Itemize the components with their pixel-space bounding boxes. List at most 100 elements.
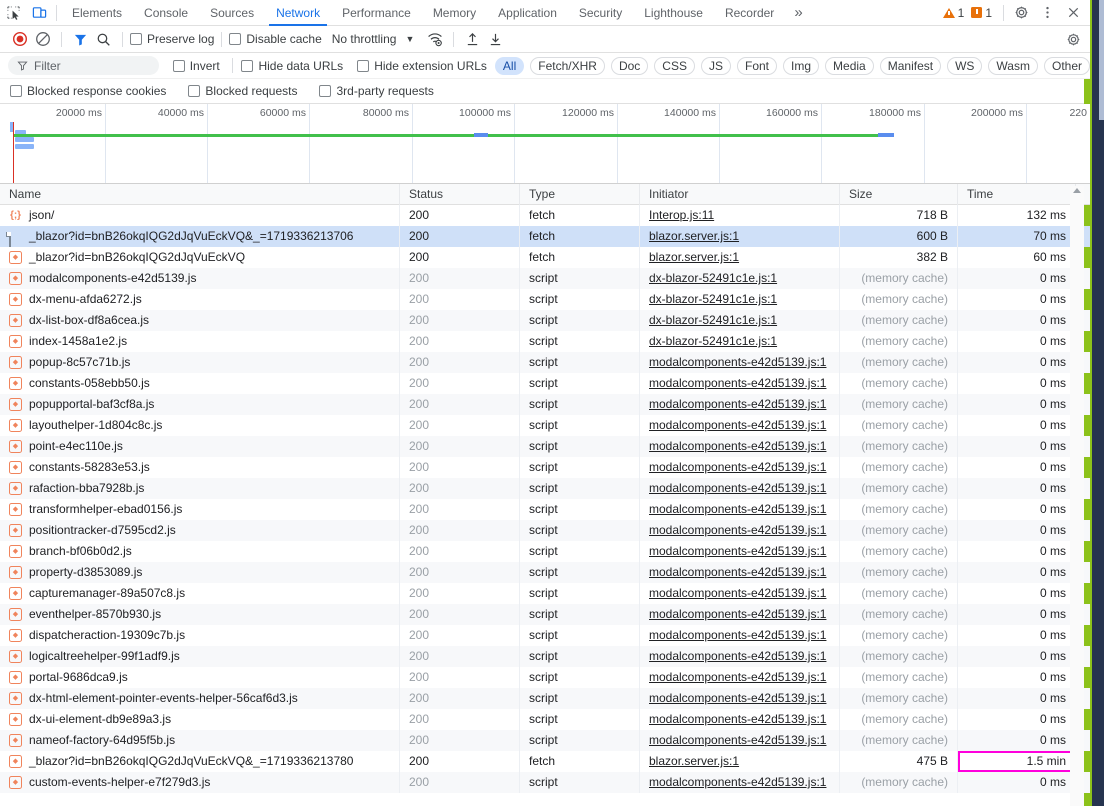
cell-name[interactable]: ◆ dx-html-element-pointer-events-helper-5… [0, 688, 400, 709]
initiator-link[interactable]: modalcomponents-e42d5139.js:1 [649, 523, 826, 537]
cell-name[interactable]: ◆ dx-menu-afda6272.js [0, 289, 400, 310]
type-filter-css[interactable]: CSS [654, 56, 695, 75]
vertical-scrollbar[interactable] [1070, 186, 1084, 806]
initiator-link[interactable]: modalcomponents-e42d5139.js:1 [649, 439, 826, 453]
column-header-name[interactable]: Name [0, 183, 400, 205]
table-row[interactable]: ◆ _blazor?id=bnB26okqIQG2dJqVuEckVQ&_=171… [0, 751, 1090, 772]
table-row[interactable]: ◆ constants-58283e53.js 200 script modalcomp… [0, 457, 1090, 478]
cell-name[interactable]: ◆ constants-058ebb50.js [0, 373, 400, 394]
search-input[interactable]: Filter [8, 56, 159, 75]
type-filter-other[interactable]: Other [1043, 56, 1090, 75]
cell-name[interactable]: {;} json/ [0, 205, 400, 226]
tab-elements[interactable]: Elements [61, 0, 133, 26]
tab-security[interactable]: Security [568, 0, 633, 26]
initiator-link[interactable]: dx-blazor-52491c1e.js:1 [649, 271, 777, 285]
table-row[interactable]: ◆ popup-8c57c71b.js 200 script modalcomponen… [0, 352, 1090, 373]
cell-name[interactable]: ◆ constants-58283e53.js [0, 457, 400, 478]
initiator-link[interactable]: modalcomponents-e42d5139.js:1 [649, 649, 826, 663]
network-settings-icon[interactable] [1062, 28, 1085, 51]
table-row[interactable]: ◆ dx-html-element-pointer-events-helper-5… [0, 688, 1090, 709]
tab-application[interactable]: Application [487, 0, 568, 26]
initiator-link[interactable]: modalcomponents-e42d5139.js:1 [649, 502, 826, 516]
table-row[interactable]: ◆ dx-menu-afda6272.js 200 script dx-blazor-5… [0, 289, 1090, 310]
cell-initiator[interactable]: modalcomponents-e42d5139.js:1 [640, 394, 840, 415]
type-filter-js[interactable]: JS [700, 56, 731, 75]
cell-initiator[interactable]: modalcomponents-e42d5139.js:1 [640, 520, 840, 541]
table-row[interactable]: ◆ index-1458a1e2.js 200 script dx-blazor-524… [0, 331, 1090, 352]
column-header-type[interactable]: Type [520, 183, 640, 205]
initiator-link[interactable]: modalcomponents-e42d5139.js:1 [649, 670, 826, 684]
tab-recorder[interactable]: Recorder [714, 0, 785, 26]
cell-initiator[interactable]: modalcomponents-e42d5139.js:1 [640, 541, 840, 562]
device-toolbar-icon[interactable] [26, 0, 52, 26]
type-filter-all[interactable]: All [494, 56, 525, 75]
third-party-requests-checkbox[interactable]: 3rd-party requests [319, 84, 434, 98]
table-row[interactable]: ◆ constants-058ebb50.js 200 script modalcomp… [0, 373, 1090, 394]
table-row[interactable]: ◆ eventhelper-8570b930.js 200 script modalco… [0, 604, 1090, 625]
cell-initiator[interactable]: modalcomponents-e42d5139.js:1 [640, 457, 840, 478]
initiator-link[interactable]: modalcomponents-e42d5139.js:1 [649, 607, 826, 621]
tab-performance[interactable]: Performance [331, 0, 422, 26]
cell-initiator[interactable]: modalcomponents-e42d5139.js:1 [640, 499, 840, 520]
table-row[interactable]: ◆ dispatcheraction-19309c7b.js 200 script mo… [0, 625, 1090, 646]
cell-name[interactable]: ◆ positiontracker-d7595cd2.js [0, 520, 400, 541]
cell-name[interactable]: ◆ index-1458a1e2.js [0, 331, 400, 352]
table-row[interactable]: ◆ branch-bf06b0d2.js 200 script modalcompone… [0, 541, 1090, 562]
table-row[interactable]: ◆ property-d3853089.js 200 script modalcompo… [0, 562, 1090, 583]
cell-initiator[interactable]: Interop.js:11 [640, 205, 840, 226]
cell-initiator[interactable]: blazor.server.js:1 [640, 247, 840, 268]
initiator-link[interactable]: modalcomponents-e42d5139.js:1 [649, 691, 826, 705]
cell-name[interactable]: ◆ nameof-factory-64d95f5b.js [0, 730, 400, 751]
tab-console[interactable]: Console [133, 0, 199, 26]
table-row[interactable]: {;} json/200 fetch Interop.js:11 718 B 132 ms [0, 205, 1090, 226]
kebab-menu-icon[interactable] [1034, 0, 1060, 26]
initiator-link[interactable]: modalcomponents-e42d5139.js:1 [649, 481, 826, 495]
type-filter-doc[interactable]: Doc [610, 56, 649, 75]
cell-initiator[interactable]: dx-blazor-52491c1e.js:1 [640, 331, 840, 352]
initiator-link[interactable]: blazor.server.js:1 [649, 229, 739, 243]
cell-initiator[interactable]: modalcomponents-e42d5139.js:1 [640, 373, 840, 394]
cell-name[interactable]: ◆ dx-ui-element-db9e89a3.js [0, 709, 400, 730]
initiator-link[interactable]: modalcomponents-e42d5139.js:1 [649, 733, 826, 747]
table-row[interactable]: ◆ dx-list-box-df8a6cea.js 200 script dx-blaz… [0, 310, 1090, 331]
cell-name[interactable]: ◆ popupportal-baf3cf8a.js [0, 394, 400, 415]
type-filter-ws[interactable]: WS [947, 56, 983, 75]
cell-initiator[interactable]: modalcomponents-e42d5139.js:1 [640, 625, 840, 646]
cell-name[interactable]: _blazor?id=bnB26okqIQG2dJqVuEckVQ&_=1719… [0, 226, 400, 247]
table-row[interactable]: ◆ rafaction-bba7928b.js 200 script modalcomp… [0, 478, 1090, 499]
initiator-link[interactable]: modalcomponents-e42d5139.js:1 [649, 628, 826, 642]
type-filter-fetch-xhr[interactable]: Fetch/XHR [530, 56, 605, 75]
cell-initiator[interactable]: modalcomponents-e42d5139.js:1 [640, 562, 840, 583]
column-header-status[interactable]: Status [400, 183, 520, 205]
cell-name[interactable]: ◆ dx-list-box-df8a6cea.js [0, 310, 400, 331]
table-row[interactable]: ◆ custom-events-helper-e7f279d3.js 200 scri… [0, 772, 1090, 793]
type-filter-img[interactable]: Img [783, 56, 820, 75]
cell-name[interactable]: ◆ custom-events-helper-e7f279d3.js [0, 772, 400, 793]
preserve-log-checkbox[interactable]: Preserve log [130, 32, 214, 46]
cell-initiator[interactable]: modalcomponents-e42d5139.js:1 [640, 583, 840, 604]
table-row[interactable]: ◆ modalcomponents-e42d5139.js 200 script dx-… [0, 268, 1090, 289]
initiator-link[interactable]: modalcomponents-e42d5139.js:1 [649, 418, 826, 432]
network-conditions-icon[interactable] [423, 28, 446, 51]
blocked-requests-checkbox[interactable]: Blocked requests [188, 84, 297, 98]
cell-initiator[interactable]: modalcomponents-e42d5139.js:1 [640, 667, 840, 688]
cell-initiator[interactable]: dx-blazor-52491c1e.js:1 [640, 310, 840, 331]
cell-initiator[interactable]: blazor.server.js:1 [640, 751, 840, 772]
column-header-initiator[interactable]: Initiator [640, 183, 840, 205]
cell-name[interactable]: ◆ portal-9686dca9.js [0, 667, 400, 688]
tab-lighthouse[interactable]: Lighthouse [633, 0, 714, 26]
cell-name[interactable]: ◆ property-d3853089.js [0, 562, 400, 583]
initiator-link[interactable]: blazor.server.js:1 [649, 754, 739, 768]
error-badge[interactable]: 1 [971, 6, 992, 20]
cell-name[interactable]: ◆ capturemanager-89a507c8.js [0, 583, 400, 604]
cell-name[interactable]: ◆ branch-bf06b0d2.js [0, 541, 400, 562]
tab-network[interactable]: Network [265, 0, 331, 26]
tab-sources[interactable]: Sources [199, 0, 265, 26]
cell-name[interactable]: ◆ layouthelper-1d804c8c.js [0, 415, 400, 436]
cell-initiator[interactable]: modalcomponents-e42d5139.js:1 [640, 688, 840, 709]
cell-initiator[interactable]: blazor.server.js:1 [640, 226, 840, 247]
invert-checkbox[interactable]: Invert [172, 59, 220, 73]
table-row[interactable]: ◆ nameof-factory-64d95f5b.js 200 script moda… [0, 730, 1090, 751]
initiator-link[interactable]: modalcomponents-e42d5139.js:1 [649, 397, 826, 411]
table-row[interactable]: ◆ positiontracker-d7595cd2.js 200 script mod… [0, 520, 1090, 541]
